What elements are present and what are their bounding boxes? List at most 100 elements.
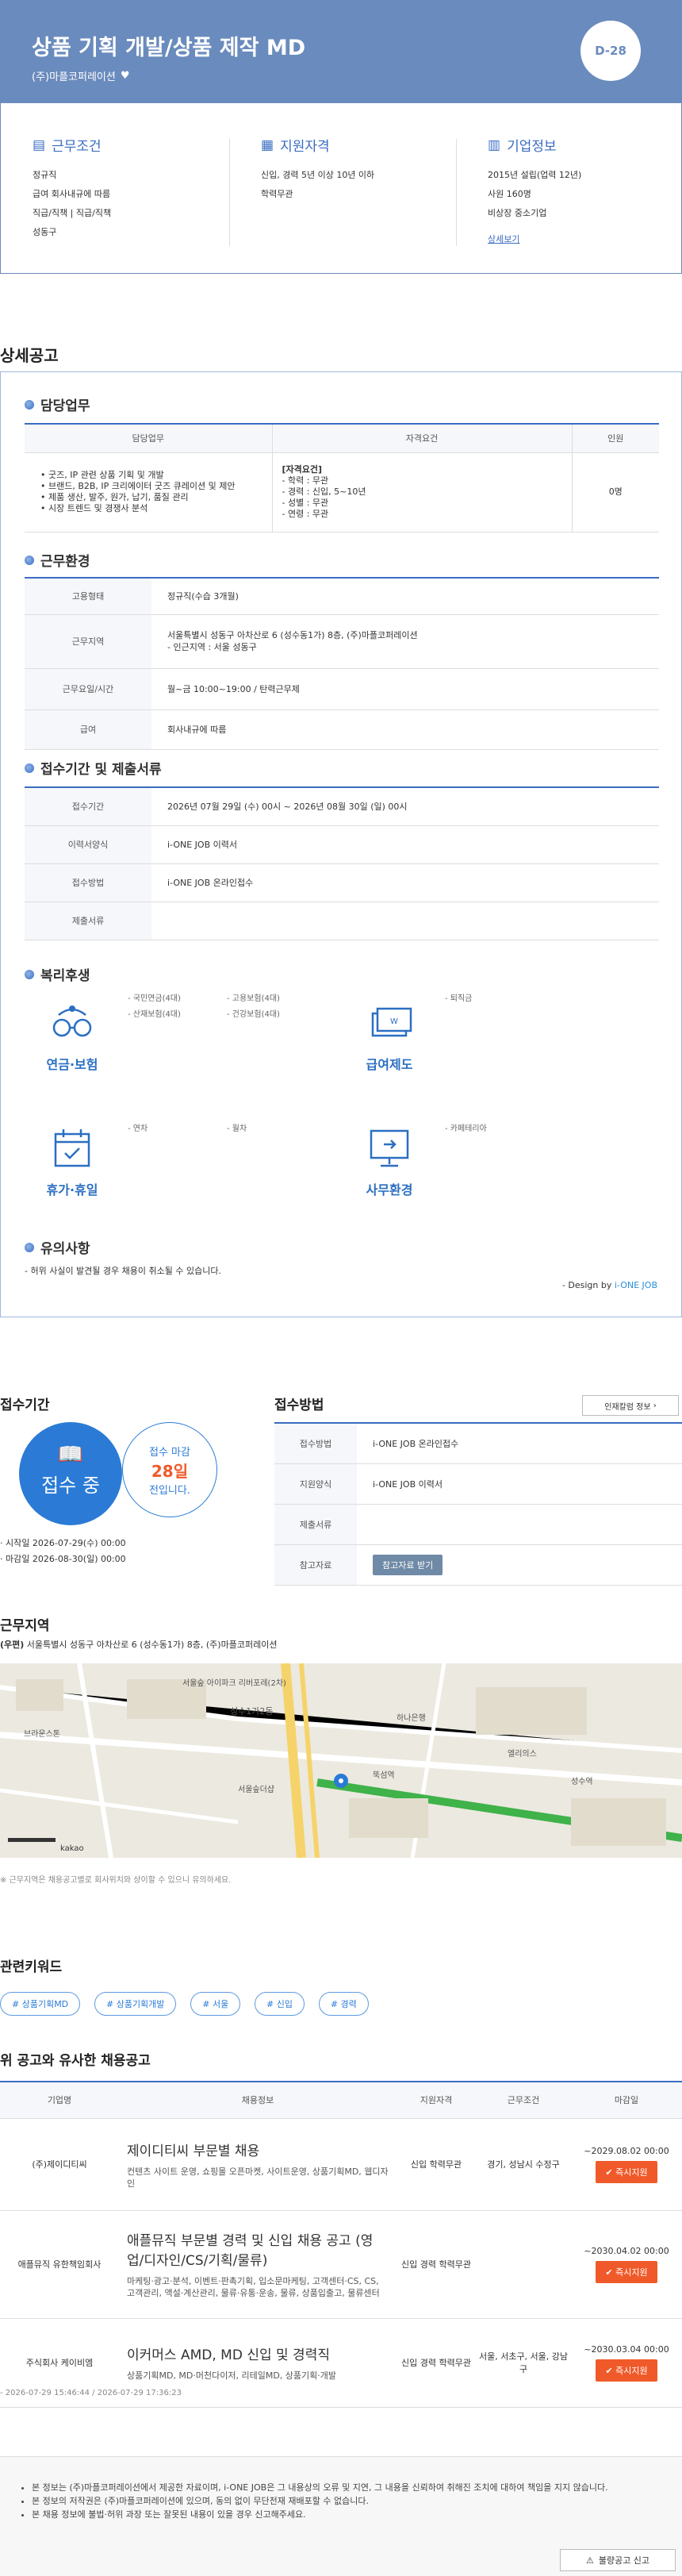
keyword-tag[interactable]: # 경력	[318, 1992, 369, 2016]
location-address: (우편) 서울특별시 성동구 아차산로 6 (성수동1가) 8층, (주)마플코…	[0, 1638, 277, 1651]
col-job: 채용정보	[119, 2082, 397, 2119]
keyword-tag[interactable]: # 상품기획개발	[94, 1992, 177, 2016]
summary-conditions: ▤ 근무조건 정규직 급여 회사내규에 따름 직급/직책 | 직급/직책 성동구	[33, 135, 111, 242]
benefit-item: - 월차	[227, 1125, 247, 1133]
resume-info-button[interactable]: 인재칼럼 정보 ›	[582, 1395, 679, 1416]
company-detail-link[interactable]: 상세보기	[488, 233, 581, 245]
bullet-icon	[25, 1242, 34, 1252]
document-icon: ▤	[33, 136, 46, 153]
similar-row[interactable]: 애플뮤직 유한책임회사 애플뮤직 부문별 경력 및 신입 채용 공고 (영업/디…	[0, 2210, 682, 2319]
job-name[interactable]: 제이디티씨 부문별 채용	[127, 2140, 389, 2159]
similar-table: 기업명 채용정보 지원자격 근무조건 마감일 (주)제이디티씨 제이디티씨 부문…	[0, 2081, 682, 2408]
detail-box: 담당업무 담당업무 자격요건 인원 • 굿즈, IP 관련 상품 기획 및 개발 •…	[0, 371, 682, 1317]
apply-heading: 접수기간 및 제출서류	[25, 758, 162, 778]
design-brand: i-ONE JOB	[614, 1280, 657, 1290]
map-canvas[interactable]	[0, 1663, 682, 1858]
method-value: i-ONE JOB 이력서	[357, 1463, 682, 1505]
env-value: 서울특별시 성동구 아차산로 6 (성수동1가) 8층, (주)마플코퍼레이션 -…	[151, 614, 659, 669]
similar-job[interactable]: 제이디티씨 부문별 채용 컨텐츠 사이트 운영, 쇼핑몰 오픈마켓, 사이트운영,…	[119, 2118, 397, 2211]
bullet-icon	[25, 969, 34, 979]
apply-button[interactable]: ✔ 즉시지원	[596, 2260, 657, 2283]
apply-button[interactable]: ✔ 즉시지원	[596, 2359, 657, 2382]
env-address: 서울특별시 성동구 아차산로 6 (성수동1가) 8층, (주)마플코퍼레이션	[167, 630, 418, 640]
book-icon: 📖	[57, 1443, 84, 1467]
keyword-tag[interactable]: # 서울	[190, 1992, 241, 2016]
reference-download-button[interactable]: 참고자료 받기	[373, 1554, 443, 1575]
svg-text:W: W	[390, 1017, 398, 1026]
job-name[interactable]: 이커머스 AMD, MD 신입 및 경력직	[127, 2343, 389, 2363]
heart-icon[interactable]: ♥	[121, 70, 130, 82]
similar-job[interactable]: 애플뮤직 부문별 경력 및 신입 채용 공고 (영업/디자인/CS/기획/물류)…	[119, 2210, 397, 2319]
qual-education: 학력무관	[261, 189, 293, 199]
caution-heading-label: 유의사항	[40, 1241, 90, 1257]
remain-circle: 접수 마감 28일 전입니다.	[122, 1422, 217, 1517]
dday-badge: D-28	[580, 21, 641, 81]
glasses-icon	[52, 1005, 92, 1037]
apply-heading-label: 접수기간 및 제출서류	[40, 762, 162, 778]
benefit-item: - 국민연금(4대)	[128, 994, 181, 1003]
remain-suffix: 전입니다.	[149, 1485, 190, 1497]
benefit-office-items: - 카페테리아	[445, 1121, 544, 1137]
job-title: 상품 기획 개발/상품 제작 MD	[32, 36, 306, 60]
monitor-icon	[370, 1129, 409, 1167]
map-label: 서울숲 아이파크 리버포레(2차)	[182, 1679, 286, 1688]
detail-section-title: 상세공고	[0, 346, 59, 365]
qual-line: - 성별 : 무관	[282, 498, 329, 508]
resume-info-label[interactable]: 인재칼럼 정보	[604, 1400, 650, 1412]
keyword-tag[interactable]: # 신입	[255, 1992, 305, 2016]
design-credit: - Design by i-ONE JOB	[562, 1280, 657, 1290]
benefit-salary: W 급여제도	[342, 999, 437, 1073]
welfare-heading-label: 복리후생	[40, 968, 90, 984]
deadline-text: ~2030.04.02 00:00	[584, 2245, 669, 2256]
job-name[interactable]: 애플뮤직 부문별 경력 및 신입 채용 공고 (영업/디자인/CS/기획/물류)	[127, 2229, 389, 2269]
location-map[interactable]: 서울숲 아이파크 리버포레(2차) 성수1가2동 브라운스톤 뚝섬역 성수역 서…	[0, 1663, 682, 1858]
apply-key: 제출서류	[25, 902, 151, 940]
qual-line: - 학력 : 무관	[282, 475, 329, 486]
col-duty: 담당업무	[25, 424, 272, 453]
corp-employees: 사원 160명	[488, 189, 531, 199]
caution-heading: 유의사항	[25, 1237, 90, 1257]
caution-text: - 허위 사실이 발견될 경우 채용이 취소될 수 있습니다.	[25, 1266, 221, 1276]
similar-company[interactable]: (주)제이디티씨	[0, 2118, 119, 2211]
company-name[interactable]: (주)마플코퍼레이션 ♥	[32, 68, 129, 83]
address-text: 서울특별시 성동구 아차산로 6 (성수동1가) 8층, (주)마플코퍼레이션	[26, 1640, 278, 1650]
benefit-pension-items: - 국민연금(4대) - 고용보험(4대) - 산재보험(4대) - 건강보험(4대…	[128, 991, 326, 1023]
report-button[interactable]: ⚠ 불량공고 신고	[560, 2549, 676, 2571]
benefit-label: 사무환경	[366, 1182, 413, 1198]
postcode-badge: (우편)	[0, 1640, 25, 1650]
env-table: 고용형태 정규직(수습 3개월) 근무지역 서울특별시 성동구 아차산로 6 (성수…	[25, 577, 659, 750]
env-heading: 근무환경	[25, 550, 90, 570]
keyword-list: # 상품기획MD # 상품기획개발 # 서울 # 신입 # 경력	[0, 1992, 380, 2016]
similar-cond: 경기, 성남시 수정구	[476, 2118, 571, 2211]
similar-company[interactable]: 애플뮤직 유한책임회사	[0, 2210, 119, 2319]
keyword-tag[interactable]: # 상품기획MD	[0, 1992, 81, 2016]
benefit-item: - 카페테리아	[445, 1125, 487, 1133]
duty-quals: [자격요건] - 학력 : 무관 - 경력 : 신입, 5~10년 - 성별 :…	[271, 452, 572, 533]
qual-line: - 경력 : 신입, 5~10년	[282, 486, 366, 497]
col-qual: 지원자격	[397, 2082, 476, 2119]
benefit-item: - 산재보험(4대)	[128, 1010, 181, 1019]
similar-qual: 신입 학력무관	[397, 2118, 476, 2211]
summary-qualifications: ▦ 지원자격 신입, 경력 5년 이상 10년 이하 학력무관	[261, 135, 374, 204]
report-label[interactable]: 불량공고 신고	[599, 2554, 649, 2566]
similar-cond: 서울, 서초구, 서울, 강남구	[476, 2318, 571, 2408]
deadline-text: ~2030.03.04 00:00	[584, 2343, 669, 2355]
corp-founded: 2015년 설립(업력 12년)	[488, 170, 582, 180]
similar-qual: 신입 경력 학력무관	[397, 2210, 476, 2319]
duty-heading-label: 담당업무	[40, 398, 90, 414]
job-desc: 상품기획MD, MD·머천다이저, 리테일MD, 상품기획·개발	[127, 2370, 337, 2381]
task-line: • 제품 생산, 발주, 원가, 납기, 품질 관리	[40, 492, 189, 502]
similar-title: 위 공고와 유사한 채용공고	[0, 2053, 151, 2069]
col-cond: 근무조건	[476, 2082, 571, 2119]
env-heading-label: 근무환경	[40, 554, 90, 570]
benefit-office: 사무환경	[342, 1125, 437, 1198]
task-line: • 시장 트렌드 및 경쟁사 분석	[40, 503, 148, 513]
similar-row[interactable]: (주)제이디티씨 제이디티씨 부문별 채용 컨텐츠 사이트 운영, 쇼핑몰 오픈마…	[0, 2118, 682, 2211]
condition-type: 정규직	[33, 170, 57, 180]
apply-button[interactable]: ✔ 즉시지원	[596, 2160, 657, 2183]
benefit-item: - 고용보험(4대)	[227, 994, 280, 1003]
warning-icon: ⚠	[585, 2555, 594, 2566]
similar-deadline: ~2030.03.04 00:00 ✔ 즉시지원	[571, 2318, 682, 2408]
company-name-label[interactable]: (주)마플코퍼레이션	[32, 68, 116, 83]
keywords-title: 관련키워드	[0, 1959, 63, 1975]
